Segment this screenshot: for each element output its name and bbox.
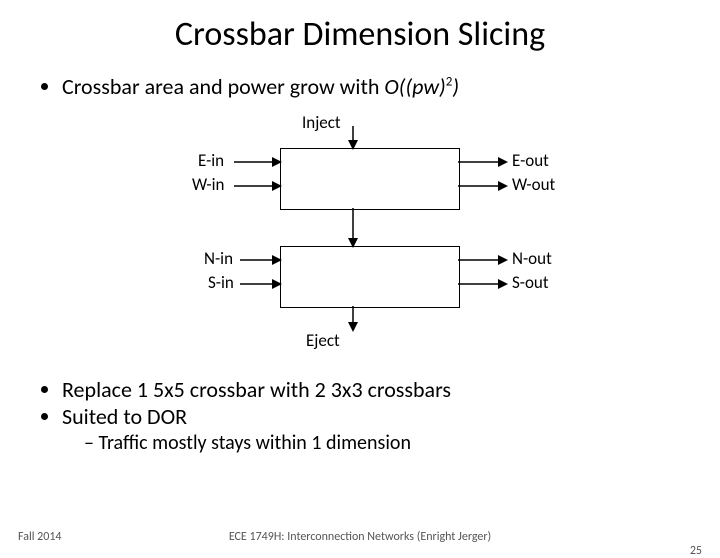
arrow-ein — [234, 156, 282, 168]
bullet-growth: Crossbar area and power grow with O((pw)… — [62, 73, 720, 102]
label-nout: N-out — [512, 248, 552, 269]
arrow-sin — [240, 278, 282, 290]
arrow-nin — [240, 254, 282, 266]
label-inject: Inject — [302, 112, 341, 133]
footer-left: Fall 2014 — [18, 530, 62, 544]
arrow-eout — [458, 156, 508, 168]
label-wout: W-out — [512, 174, 555, 195]
arrow-win — [234, 180, 282, 192]
diagram: Inject Eject E-in W-in E-out W-out N-in … — [0, 108, 720, 368]
bullet-replace: Replace 1 5x5 crossbar with 2 3x3 crossb… — [62, 376, 720, 404]
expr-tail: ) — [452, 73, 459, 100]
label-eout: E-out — [512, 150, 549, 171]
bottom-bullets: Replace 1 5x5 crossbar with 2 3x3 crossb… — [40, 376, 720, 456]
footer: Fall 2014 ECE 1749H: Interconnection Net… — [0, 530, 720, 544]
label-win: W-in — [192, 174, 224, 195]
label-eject: Eject — [306, 330, 340, 351]
arrow-inject — [346, 126, 360, 150]
expr-O: O((pw) — [384, 73, 445, 100]
arrow-inner-down — [346, 208, 360, 248]
label-sin: S-in — [208, 272, 234, 293]
bullet-traffic: Traffic mostly stays within 1 dimension — [84, 431, 720, 456]
footer-right: 25 — [690, 544, 702, 558]
label-nin: N-in — [204, 248, 233, 269]
bullet-dor: Suited to DOR — [62, 403, 720, 431]
arrow-nout — [458, 254, 508, 266]
arrow-sout — [458, 278, 508, 290]
top-bullets: Crossbar area and power grow with O((pw)… — [40, 73, 720, 102]
crossbar-top — [280, 148, 460, 210]
arrow-eject — [346, 306, 360, 332]
bullet-text: Crossbar area and power grow with — [62, 73, 384, 100]
page-title: Crossbar Dimension Slicing — [0, 14, 720, 55]
label-ein: E-in — [198, 150, 224, 171]
footer-center: ECE 1749H: Interconnection Networks (Enr… — [0, 530, 720, 544]
label-sout: S-out — [512, 272, 549, 293]
arrow-wout — [458, 180, 508, 192]
crossbar-bottom — [280, 246, 460, 308]
